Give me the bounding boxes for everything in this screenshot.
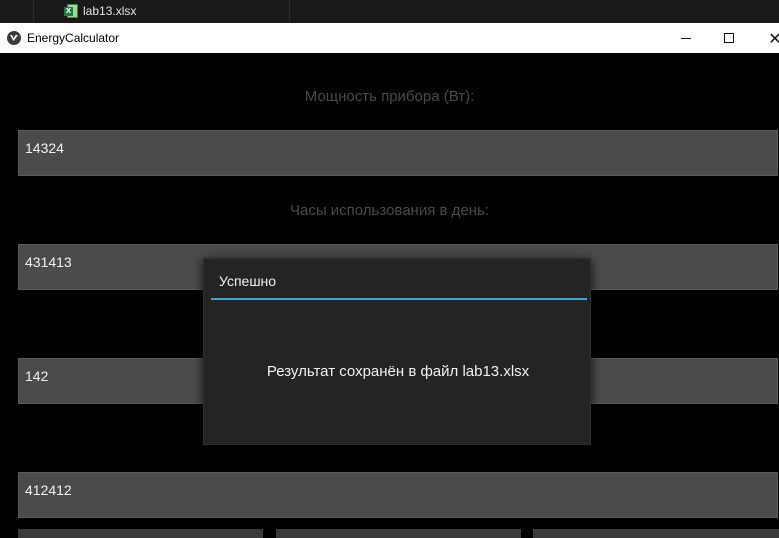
power-label: Мощность прибора (Вт): bbox=[304, 88, 475, 105]
maximize-button[interactable] bbox=[706, 23, 752, 53]
close-button[interactable]: ✕ bbox=[752, 23, 779, 53]
bottom-button-3[interactable] bbox=[533, 529, 779, 538]
minimize-button[interactable] bbox=[663, 23, 709, 53]
maximize-icon bbox=[724, 33, 734, 43]
popup-message: Результат сохранён в файл lab13.xlsx bbox=[266, 363, 530, 380]
window-title: EnergyCalculator bbox=[27, 31, 120, 45]
fourth-input[interactable]: 412412 bbox=[18, 472, 778, 518]
explorer-file-item[interactable]: X lab13.xlsx bbox=[64, 2, 136, 20]
column-divider bbox=[289, 0, 290, 23]
minimize-icon bbox=[681, 37, 691, 39]
bottom-button-1[interactable] bbox=[18, 529, 263, 538]
popup-title: Успешно bbox=[219, 273, 277, 289]
explorer-file-name: lab13.xlsx bbox=[83, 4, 137, 18]
excel-file-icon: X bbox=[64, 4, 78, 18]
success-popup[interactable]: Успешно Результат сохранён в файл lab13.… bbox=[203, 258, 591, 445]
window-titlebar[interactable]: EnergyCalculator ✕ bbox=[0, 23, 779, 53]
column-divider bbox=[33, 0, 34, 23]
close-icon: ✕ bbox=[768, 28, 779, 48]
popup-separator bbox=[211, 298, 587, 300]
bottom-button-2[interactable] bbox=[276, 529, 521, 538]
hours-label: Часы использования в день: bbox=[289, 202, 489, 219]
background-explorer-row: X lab13.xlsx bbox=[0, 0, 779, 23]
power-input[interactable]: 14324 bbox=[18, 130, 778, 176]
kivy-logo-icon bbox=[7, 31, 21, 45]
